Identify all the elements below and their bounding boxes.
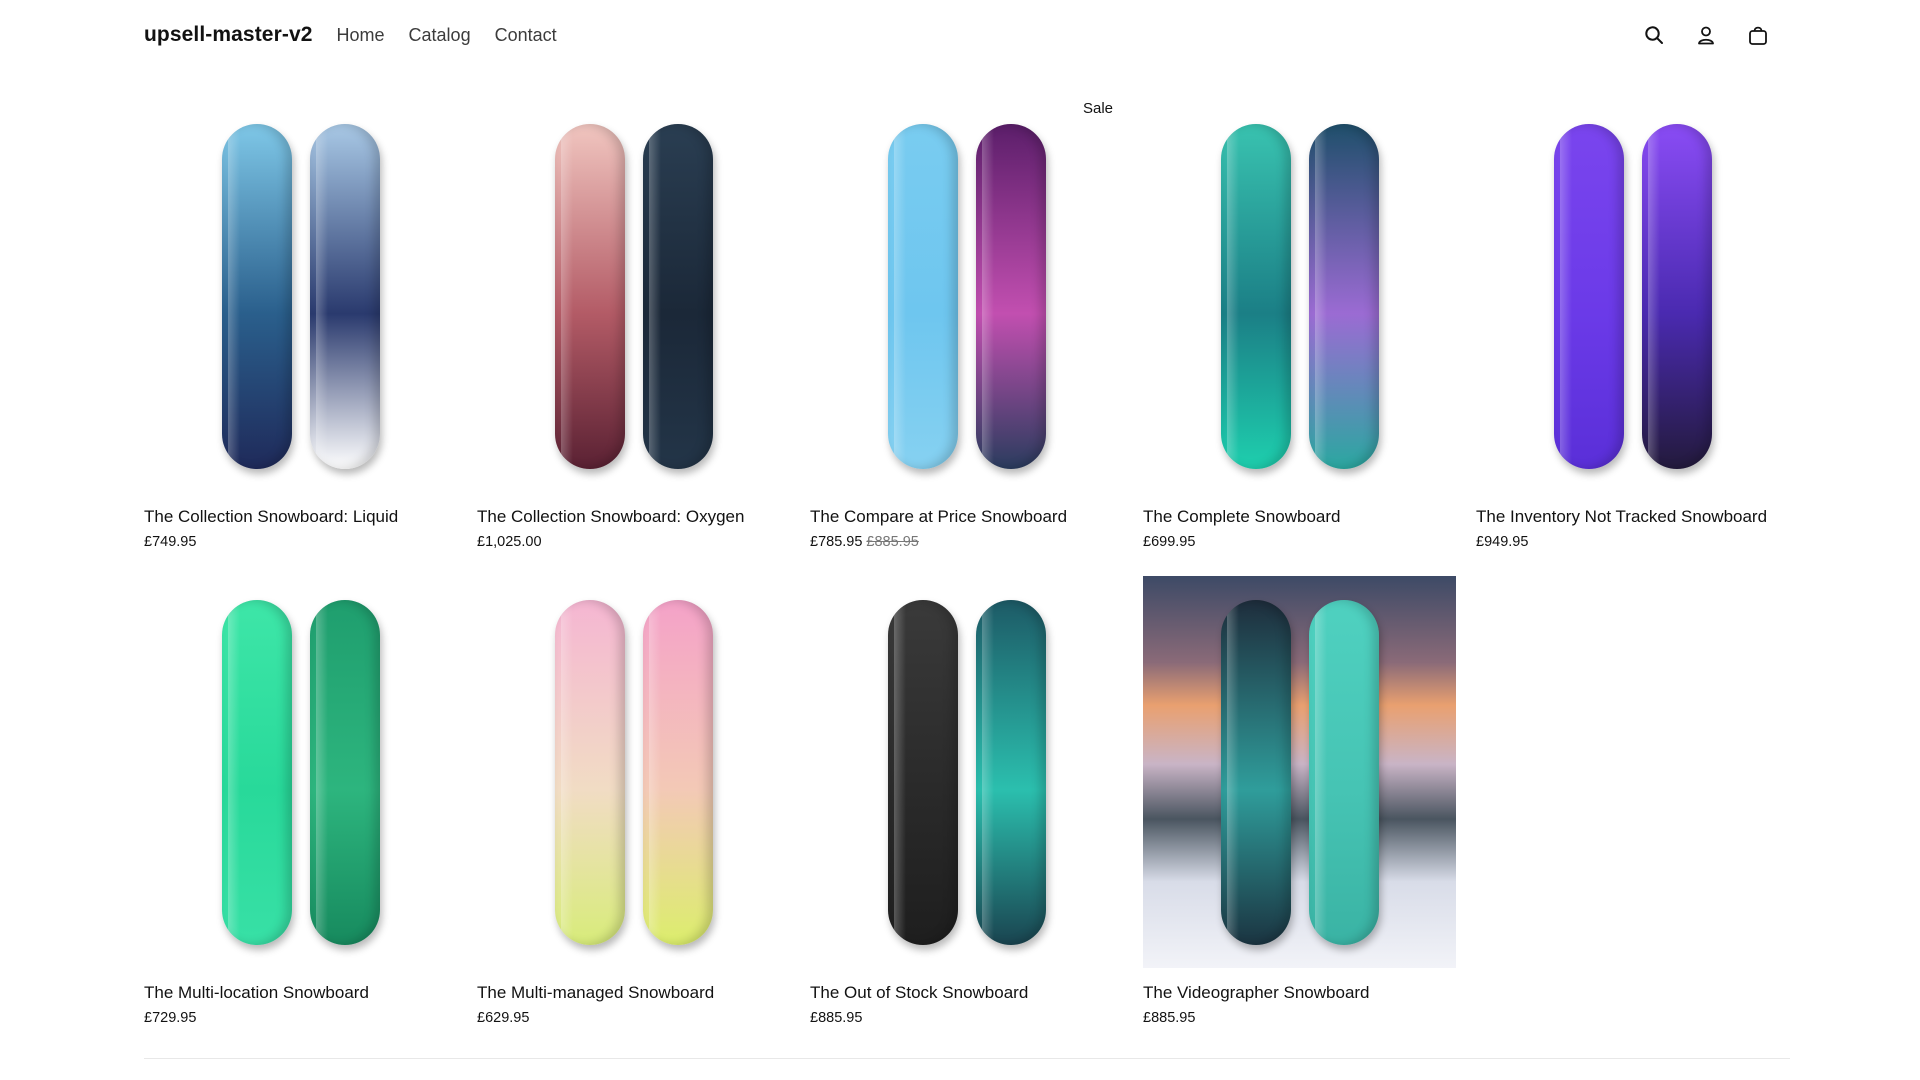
- snowboard-graphic: [1553, 123, 1624, 469]
- product-price-row: £749.95: [144, 534, 457, 550]
- product-price: £1,025.00: [477, 534, 542, 550]
- storefront-page: upsell-master-v2 Home Catalog Contact Th…: [0, 0, 1920, 1080]
- product-price: £785.95: [810, 534, 863, 550]
- product-price: £949.95: [1476, 534, 1529, 550]
- product-title[interactable]: The Out of Stock Snowboard: [810, 982, 1123, 1004]
- compare-at-price: £885.95: [866, 534, 919, 550]
- product-image[interactable]: [1143, 576, 1456, 968]
- snowboard-graphic: [309, 123, 380, 469]
- product-card[interactable]: The Collection Snowboard: Oxygen £1,025.0…: [477, 100, 790, 556]
- product-image[interactable]: [477, 576, 790, 968]
- product-image[interactable]: [1476, 100, 1789, 492]
- footer-divider: [144, 1058, 1790, 1059]
- snowboard-graphic: [309, 599, 380, 945]
- snowboard-graphic: [975, 599, 1046, 945]
- product-title[interactable]: The Inventory Not Tracked Snowboard: [1476, 506, 1789, 528]
- product-title[interactable]: The Collection Snowboard: Liquid: [144, 506, 457, 528]
- product-price: £729.95: [144, 1010, 197, 1026]
- snowboard-graphic: [975, 123, 1046, 469]
- snowboard-graphic: [1308, 123, 1379, 469]
- product-card[interactable]: The Multi-managed Snowboard £629.95: [477, 576, 790, 1032]
- product-price: £629.95: [477, 1010, 530, 1026]
- nav-contact[interactable]: Contact: [495, 25, 557, 46]
- snowboard-graphic: [221, 599, 292, 945]
- product-card[interactable]: The Out of Stock Snowboard £885.95: [810, 576, 1123, 1032]
- product-price-row: £949.95: [1476, 534, 1789, 550]
- account-icon[interactable]: [1694, 23, 1718, 47]
- product-price: £699.95: [1143, 534, 1196, 550]
- product-price-row: £729.95: [144, 1010, 457, 1026]
- product-card[interactable]: The Multi-location Snowboard £729.95: [144, 576, 457, 1032]
- snowboard-graphic: [642, 123, 713, 469]
- product-title[interactable]: The Complete Snowboard: [1143, 506, 1456, 528]
- header-left: upsell-master-v2 Home Catalog Contact: [144, 23, 557, 47]
- cart-icon[interactable]: [1746, 23, 1770, 47]
- product-price: £885.95: [1143, 1010, 1196, 1026]
- product-image[interactable]: [477, 100, 790, 492]
- site-header: upsell-master-v2 Home Catalog Contact: [144, 0, 1790, 70]
- search-icon[interactable]: [1642, 23, 1666, 47]
- product-price-row: £885.95: [810, 1010, 1123, 1026]
- snowboard-graphic: [887, 599, 958, 945]
- product-card[interactable]: The Complete Snowboard £699.95: [1143, 100, 1456, 556]
- sale-badge: Sale: [1082, 100, 1113, 117]
- nav-catalog[interactable]: Catalog: [409, 25, 471, 46]
- product-image[interactable]: [144, 100, 457, 492]
- product-card[interactable]: The Inventory Not Tracked Snowboard £949.…: [1476, 100, 1789, 556]
- snowboard-graphic: [1220, 599, 1291, 945]
- product-price-row: £629.95: [477, 1010, 790, 1026]
- product-card[interactable]: Sale The Compare at Price Snowboard £785.9…: [810, 100, 1123, 556]
- snowboard-graphic: [554, 123, 625, 469]
- product-image[interactable]: [810, 576, 1123, 968]
- product-price-row: £699.95: [1143, 534, 1456, 550]
- product-image[interactable]: [1143, 100, 1456, 492]
- product-image[interactable]: [144, 576, 457, 968]
- snowboard-graphic: [1220, 123, 1291, 469]
- nav-home[interactable]: Home: [337, 25, 385, 46]
- header-icons: [1642, 23, 1770, 47]
- product-title[interactable]: The Multi-location Snowboard: [144, 982, 457, 1004]
- snowboard-graphic: [221, 123, 292, 469]
- product-price-row: £885.95: [1143, 1010, 1456, 1026]
- snowboard-graphic: [887, 123, 958, 469]
- snowboard-graphic: [642, 599, 713, 945]
- product-price: £749.95: [144, 534, 197, 550]
- product-card[interactable]: The Videographer Snowboard £885.95: [1143, 576, 1456, 1032]
- product-title[interactable]: The Multi-managed Snowboard: [477, 982, 790, 1004]
- product-title[interactable]: The Compare at Price Snowboard: [810, 506, 1123, 528]
- snowboard-graphic: [1308, 599, 1379, 945]
- snowboard-graphic: [1641, 123, 1712, 469]
- product-image[interactable]: Sale: [810, 100, 1123, 492]
- product-price-row: £785.95 £885.95: [810, 534, 1123, 550]
- product-grid: The Collection Snowboard: Liquid £749.95 T…: [144, 100, 1790, 1032]
- product-card[interactable]: The Collection Snowboard: Liquid £749.95: [144, 100, 457, 556]
- store-logo[interactable]: upsell-master-v2: [144, 23, 313, 47]
- snowboard-graphic: [554, 599, 625, 945]
- product-title[interactable]: The Collection Snowboard: Oxygen: [477, 506, 790, 528]
- product-price-row: £1,025.00: [477, 534, 790, 550]
- main-nav: Home Catalog Contact: [337, 25, 557, 46]
- product-title[interactable]: The Videographer Snowboard: [1143, 982, 1456, 1004]
- product-price: £885.95: [810, 1010, 863, 1026]
